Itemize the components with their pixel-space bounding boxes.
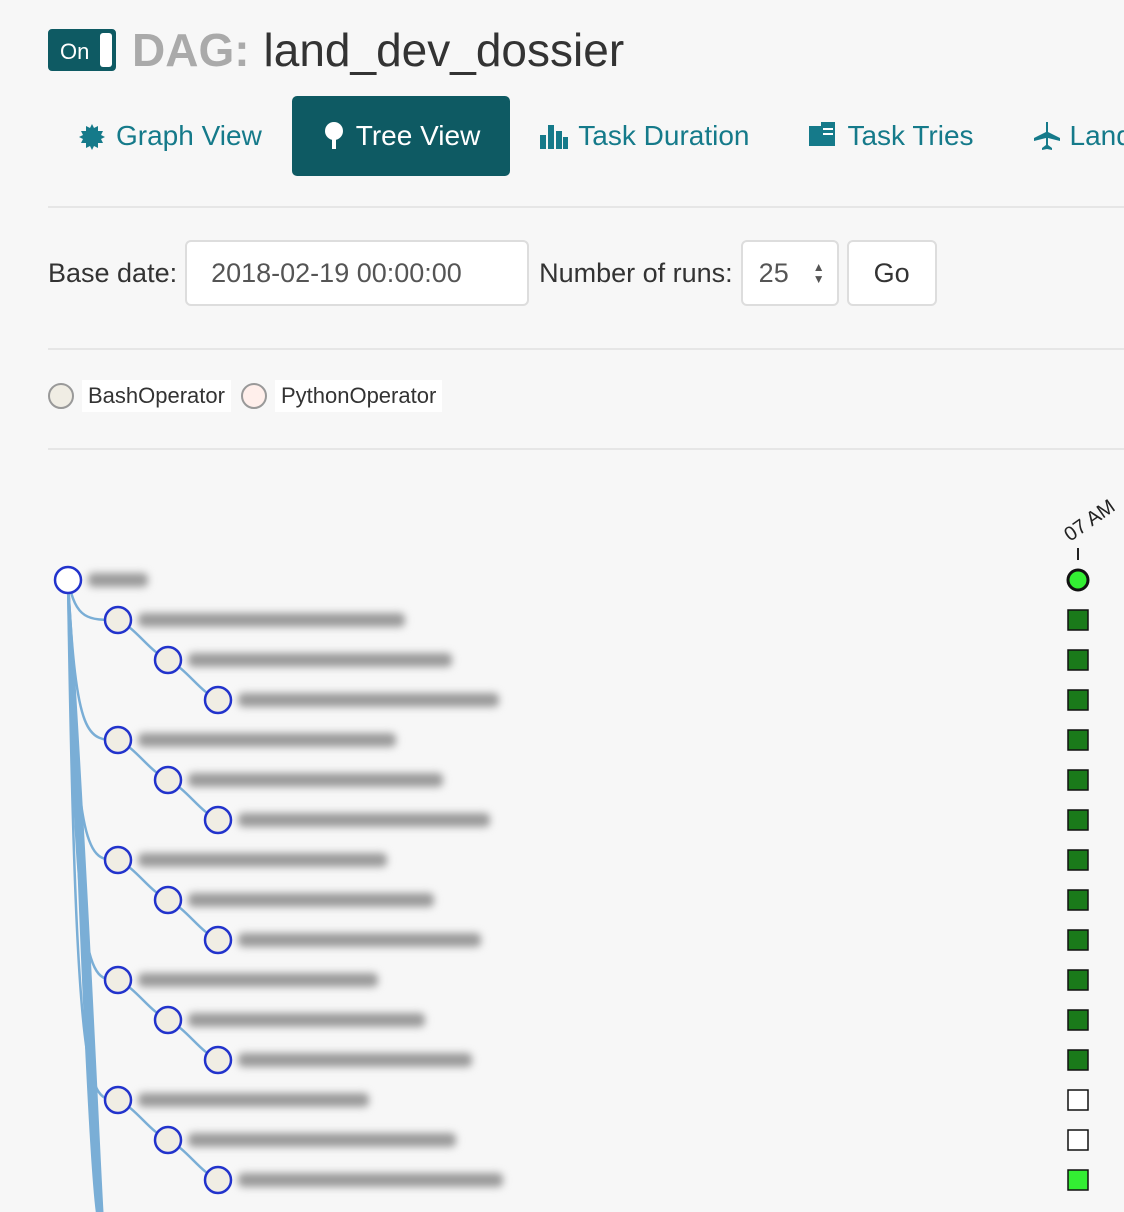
- task-instance-status[interactable]: [1067, 969, 1089, 991]
- title-row: On DAG: land_dev_dossier: [48, 22, 624, 78]
- task-node[interactable]: [103, 965, 133, 995]
- task-label-placeholder: [238, 693, 499, 707]
- task-label-placeholder: [238, 933, 481, 947]
- task-label-placeholder: [238, 813, 490, 827]
- task-node[interactable]: [103, 845, 133, 875]
- divider: [48, 206, 1124, 208]
- tab-task-tries[interactable]: Task Tries: [779, 96, 1003, 176]
- task-instance-status[interactable]: [1067, 1049, 1089, 1071]
- task-node[interactable]: [203, 925, 233, 955]
- task-instance-status[interactable]: [1067, 609, 1089, 631]
- task-instance-status[interactable]: [1067, 689, 1089, 711]
- task-label-placeholder: [88, 573, 148, 587]
- base-date-value: 2018-02-19 00:00:00: [211, 257, 462, 288]
- task-label-placeholder: [138, 973, 378, 987]
- tab-graph-view[interactable]: Graph View: [48, 96, 292, 176]
- go-label: Go: [873, 257, 910, 288]
- task-instance-status[interactable]: [1067, 889, 1089, 911]
- task-node[interactable]: [203, 805, 233, 835]
- task-label-placeholder: [188, 893, 434, 907]
- task-instance-status[interactable]: [1067, 1169, 1089, 1191]
- num-runs-select[interactable]: 25 ▲ ▼: [740, 240, 839, 306]
- legend-swatch: [240, 383, 267, 409]
- run-time-label: 07 AM: [1060, 496, 1119, 547]
- task-node[interactable]: [103, 605, 133, 635]
- plane-icon: [1033, 122, 1060, 150]
- select-arrows-icon: ▲ ▼: [812, 260, 825, 286]
- gear-icon: [78, 122, 106, 150]
- divider: [48, 448, 1124, 450]
- tab-label: Tree View: [355, 120, 481, 151]
- divider: [48, 348, 1124, 350]
- legend-label: PythonOperator: [274, 380, 443, 412]
- task-node[interactable]: [153, 885, 183, 915]
- tab-task-duration[interactable]: Task Duration: [510, 96, 779, 176]
- tab-tree-view[interactable]: Tree View: [291, 96, 511, 176]
- task-instance-status[interactable]: [1067, 729, 1089, 751]
- num-runs-label: Number of runs:: [539, 257, 733, 288]
- task-label-placeholder: [138, 853, 387, 867]
- legend-item-python: PythonOperator: [240, 380, 443, 412]
- task-node[interactable]: [153, 1125, 183, 1155]
- run-filter-form: Base date: 2018-02-19 00:00:00 Number of…: [48, 238, 937, 308]
- dag-title: land_dev_dossier: [263, 24, 625, 76]
- task-node[interactable]: [103, 725, 133, 755]
- legend-swatch: [48, 383, 74, 409]
- dag-toggle[interactable]: On: [48, 29, 116, 71]
- task-node[interactable]: [103, 1085, 133, 1115]
- base-date-input[interactable]: 2018-02-19 00:00:00: [185, 240, 530, 306]
- task-node[interactable]: [203, 1165, 233, 1195]
- task-instance-status[interactable]: [1067, 1129, 1089, 1151]
- task-label-placeholder: [138, 1093, 369, 1107]
- toggle-knob[interactable]: [100, 33, 112, 67]
- tree-view-chart: 07 AM: [53, 496, 1119, 1212]
- task-instance-status[interactable]: [1067, 1089, 1089, 1111]
- task-instance-status[interactable]: [1067, 649, 1089, 671]
- task-label-placeholder: [188, 773, 443, 787]
- task-node[interactable]: [153, 645, 183, 675]
- task-labels: [88, 573, 503, 1187]
- task-label-placeholder: [188, 1013, 425, 1027]
- legend-label: BashOperator: [82, 380, 231, 412]
- task-node[interactable]: [153, 1005, 183, 1035]
- view-tabs: Graph View Tree View Task Duration Task …: [48, 96, 1124, 176]
- dag-run-status[interactable]: [1066, 568, 1090, 592]
- base-date-label: Base date:: [48, 257, 178, 288]
- legend-item-bash: BashOperator: [48, 380, 231, 412]
- task-instance-status[interactable]: [1067, 769, 1089, 791]
- tab-label: Task Tries: [847, 120, 974, 151]
- task-instance-status[interactable]: [1067, 809, 1089, 831]
- task-node[interactable]: [203, 685, 233, 715]
- toggle-label: On: [60, 39, 90, 64]
- bar-chart-icon: [540, 123, 569, 149]
- task-label-placeholder: [188, 1133, 456, 1147]
- task-instance-status[interactable]: [1067, 849, 1089, 871]
- task-label-placeholder: [188, 653, 452, 667]
- task-instance-status[interactable]: [1067, 1009, 1089, 1031]
- task-label-placeholder: [138, 733, 396, 747]
- task-label-placeholder: [238, 1053, 472, 1067]
- tab-label: Land: [1069, 120, 1124, 151]
- operator-legend: BashOperator PythonOperator: [48, 380, 452, 412]
- task-node[interactable]: [203, 1045, 233, 1075]
- tab-label: Graph View: [116, 120, 262, 151]
- task-node[interactable]: [153, 765, 183, 795]
- task-label-placeholder: [238, 1173, 503, 1187]
- run-states: [1066, 568, 1090, 1191]
- dag-root-node[interactable]: [53, 565, 83, 595]
- dag-prefix: DAG:: [132, 24, 250, 76]
- tab-landing-times[interactable]: Land: [1004, 96, 1124, 176]
- task-instance-status[interactable]: [1067, 929, 1089, 951]
- go-button[interactable]: Go: [846, 240, 937, 306]
- files-icon: [809, 122, 837, 150]
- tree-icon: [322, 122, 346, 150]
- task-label-placeholder: [138, 613, 405, 627]
- tab-label: Task Duration: [578, 120, 750, 151]
- num-runs-value: 25: [758, 257, 789, 288]
